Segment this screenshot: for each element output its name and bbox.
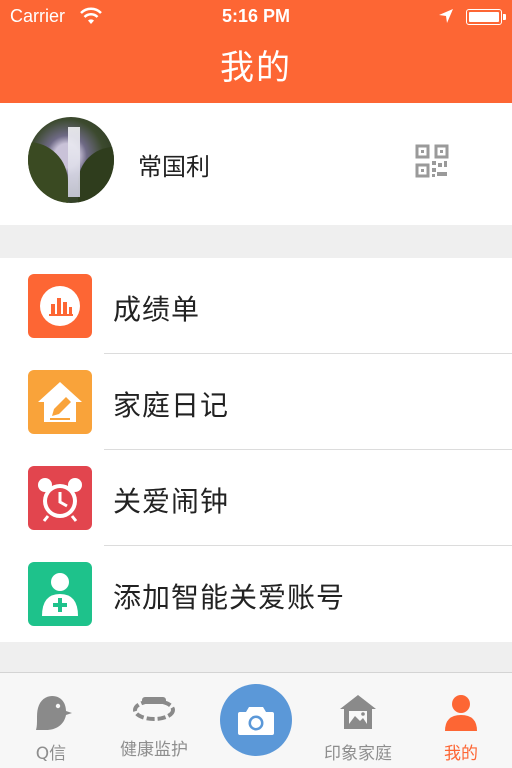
menu-list: 成绩单 家庭日记 关爱闹钟 添加智能关爱账号 [0, 258, 512, 642]
bird-chat-icon [36, 696, 72, 730]
menu-item-alarm[interactable]: 关爱闹钟 [0, 450, 512, 546]
location-arrow-icon [439, 9, 453, 23]
wristband-icon [133, 697, 175, 721]
menu-item-diary[interactable]: 家庭日记 [0, 354, 512, 450]
menu-label-diary: 家庭日记 [113, 389, 230, 422]
tab-label-family: 印象家庭 [324, 744, 392, 764]
app-header: Carrier 5:16 PM 我的 [0, 0, 512, 103]
battery-icon [466, 9, 506, 25]
camera-button[interactable] [220, 684, 292, 756]
tab-label-qxin: Q信 [35, 744, 67, 764]
profile-row[interactable]: 常国利 [0, 103, 512, 225]
username: 常国利 [138, 153, 210, 181]
menu-label-alarm: 关爱闹钟 [113, 485, 230, 518]
status-bar: Carrier 5:16 PM [0, 0, 512, 34]
alarm-clock-icon [28, 466, 92, 530]
camera-icon [238, 707, 274, 735]
tab-label-mine: 我的 [444, 744, 478, 764]
home-diary-icon [28, 370, 92, 434]
tab-label-health: 健康监护 [120, 740, 188, 760]
report-chart-icon [28, 274, 92, 338]
tab-family[interactable]: 印象家庭 [306, 673, 410, 768]
add-account-icon [28, 562, 92, 626]
qr-code-icon[interactable] [415, 144, 449, 178]
tab-mine[interactable]: 我的 [410, 673, 512, 768]
menu-item-report[interactable]: 成绩单 [0, 258, 512, 354]
person-icon [445, 695, 477, 731]
menu-label-report: 成绩单 [113, 293, 201, 326]
avatar[interactable] [28, 117, 114, 203]
tab-qxin[interactable]: Q信 [0, 673, 102, 768]
family-photo-icon [340, 695, 376, 729]
page-title: 我的 [220, 48, 292, 88]
status-time: 5:16 PM [221, 6, 291, 26]
menu-label-add-account: 添加智能关爱账号 [113, 581, 346, 614]
menu-item-add-account[interactable]: 添加智能关爱账号 [0, 546, 512, 642]
tab-health[interactable]: 健康监护 [102, 673, 206, 768]
